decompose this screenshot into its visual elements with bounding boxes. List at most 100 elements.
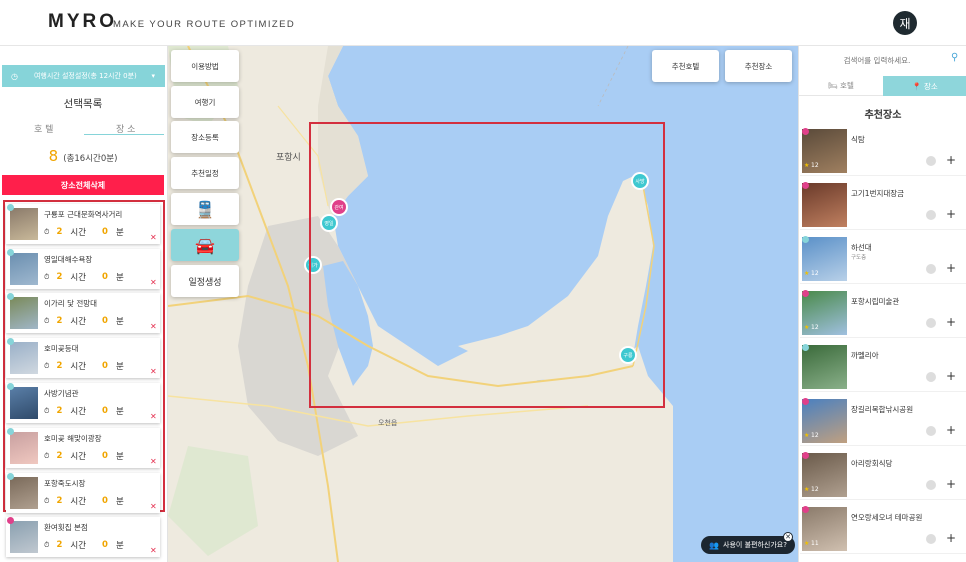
recommended-place-item[interactable]: 고기1번지대장금 + xyxy=(800,180,966,230)
hours-value[interactable]: 2 xyxy=(56,227,62,237)
tab-place[interactable]: 📍 장소 xyxy=(883,76,966,96)
logo[interactable]: MYRO xyxy=(48,11,117,33)
selected-place-item[interactable]: 포항죽도시장 ⏱ 2 시간 0 분 ✕ xyxy=(6,473,160,513)
recommended-place-item[interactable]: 연오랑세오녀 테마공원 ★ 11 + xyxy=(800,504,966,554)
hours-value[interactable]: 2 xyxy=(56,496,62,506)
remove-icon[interactable]: ✕ xyxy=(150,457,157,466)
hours-value[interactable]: 2 xyxy=(56,406,62,416)
add-icon[interactable]: + xyxy=(946,531,956,545)
remove-icon[interactable]: ✕ xyxy=(150,278,157,287)
total-duration: (총16시간0분) xyxy=(63,154,118,164)
remove-icon[interactable]: ✕ xyxy=(150,322,157,331)
remove-icon[interactable]: ✕ xyxy=(150,367,157,376)
close-icon[interactable]: ✕ xyxy=(783,532,793,542)
travel-time-setting[interactable]: ◷ 여행시간 설정설정(총 12시간 0분) ▾ xyxy=(2,65,165,87)
hours-value[interactable]: 2 xyxy=(56,451,62,461)
duration-row: ⏱ 2 시간 0 분 xyxy=(44,226,140,238)
star-icon: ★ xyxy=(804,432,810,439)
selection-tabs: 호 텔 장 소 xyxy=(6,122,164,136)
favorite-toggle[interactable] xyxy=(926,318,936,328)
minutes-value[interactable]: 0 xyxy=(102,361,108,371)
register-place-button[interactable]: 장소등록 xyxy=(171,121,239,153)
place-thumbnail xyxy=(10,387,38,419)
add-icon[interactable]: + xyxy=(946,477,956,491)
feedback-chat-button[interactable]: 👥 사용이 불편하신가요? xyxy=(701,536,795,554)
minutes-value[interactable]: 0 xyxy=(102,406,108,416)
recommend-tabs: 🛏 호텔 📍 장소 xyxy=(799,76,966,96)
favorite-toggle[interactable] xyxy=(926,534,936,544)
favorite-toggle[interactable] xyxy=(926,210,936,220)
selected-place-item[interactable]: 이가리 닻 전망대 ⏱ 2 시간 0 분 ✕ xyxy=(6,293,160,333)
place-name: 고기1번지대장금 xyxy=(851,189,905,198)
place-rating: 12 xyxy=(811,270,819,277)
selected-place-item[interactable]: 구룡포 근대문화역사거리 ⏱ 2 시간 0 분 ✕ xyxy=(6,204,160,244)
favorite-toggle[interactable] xyxy=(926,264,936,274)
place-thumbnail xyxy=(10,297,38,329)
minutes-value[interactable]: 0 xyxy=(102,496,108,506)
remove-icon[interactable]: ✕ xyxy=(150,412,157,421)
recommended-hotel-button[interactable]: 추천호텔 xyxy=(652,50,719,82)
category-badge xyxy=(7,473,14,480)
travelogue-button[interactable]: 여행기 xyxy=(171,86,239,118)
selected-place-item[interactable]: 호미곶 해맞이광장 ⏱ 2 시간 0 분 ✕ xyxy=(6,428,160,468)
tab-hotel[interactable]: 🛏 호텔 xyxy=(799,76,883,96)
recommended-place-item[interactable]: 하선대 구도층 ★ 12 + xyxy=(800,234,966,284)
recommended-place-item[interactable]: 까멜리아 + xyxy=(800,342,966,392)
favorite-toggle[interactable] xyxy=(926,426,936,436)
recommended-place-item[interactable]: 식탐 ★ 12 + xyxy=(800,126,966,176)
minutes-value[interactable]: 0 xyxy=(102,227,108,237)
hours-value[interactable]: 2 xyxy=(56,540,62,550)
tab-hotel[interactable]: 호 텔 xyxy=(34,122,53,135)
user-avatar[interactable]: 재 xyxy=(893,11,917,35)
minutes-value[interactable]: 0 xyxy=(102,272,108,282)
recommended-place-button[interactable]: 추천장소 xyxy=(725,50,792,82)
minutes-value[interactable]: 0 xyxy=(102,451,108,461)
duration-row: ⏱ 2 시간 0 분 xyxy=(44,360,140,372)
chevron-down-icon[interactable]: ▾ xyxy=(151,72,155,80)
train-button[interactable]: 🚆 xyxy=(171,193,239,225)
place-name: 구룡포 근대문화역사거리 xyxy=(44,210,123,219)
hours-value[interactable]: 2 xyxy=(56,316,62,326)
minutes-unit: 분 xyxy=(115,497,124,507)
favorite-toggle[interactable] xyxy=(926,156,936,166)
place-name: 포항시립미술관 xyxy=(851,297,900,306)
car-button[interactable]: 🚘 xyxy=(171,229,239,261)
recommended-place-item[interactable]: 포항시립미술관 ★ 12 + xyxy=(800,288,966,338)
delete-all-button[interactable]: 장소전체삭제 xyxy=(2,175,164,195)
minutes-value[interactable]: 0 xyxy=(102,540,108,550)
hours-value[interactable]: 2 xyxy=(56,361,62,371)
add-icon[interactable]: + xyxy=(946,369,956,383)
search-input[interactable] xyxy=(807,52,947,68)
remove-icon[interactable]: ✕ xyxy=(150,546,157,555)
how-to-use-button[interactable]: 이용방법 xyxy=(171,50,239,82)
remove-icon[interactable]: ✕ xyxy=(150,502,157,511)
duration-row: ⏱ 2 시간 0 분 xyxy=(44,450,140,462)
selected-place-item[interactable]: 영일대해수욕장 ⏱ 2 시간 0 분 ✕ xyxy=(6,249,160,289)
add-icon[interactable]: + xyxy=(946,315,956,329)
add-icon[interactable]: + xyxy=(946,423,956,437)
remove-icon[interactable]: ✕ xyxy=(150,233,157,242)
recommended-place-item[interactable]: 아리랑회식당 ★ 12 + xyxy=(800,450,966,500)
selected-place-item[interactable]: 호미곶등대 ⏱ 2 시간 0 분 ✕ xyxy=(6,338,160,378)
search-icon[interactable]: ⚲ xyxy=(951,52,958,63)
category-badge xyxy=(7,383,14,390)
place-rating: 11 xyxy=(811,540,819,547)
category-badge xyxy=(7,338,14,345)
category-badge xyxy=(802,398,809,405)
selected-place-item[interactable]: 환여횟집 본점 ⏱ 2 시간 0 분 ✕ xyxy=(6,517,160,557)
stopwatch-icon: ⏱ xyxy=(44,451,50,460)
add-icon[interactable]: + xyxy=(946,261,956,275)
map-view[interactable]: 포항시 오천읍 관여 영일 이가 구룡 사방 이용방법 여행기 장소등록 추천일… xyxy=(168,46,798,562)
recommended-place-item[interactable]: 장길리복합낚시공원 ★ 12 + xyxy=(800,396,966,446)
favorite-toggle[interactable] xyxy=(926,480,936,490)
minutes-value[interactable]: 0 xyxy=(102,316,108,326)
add-icon[interactable]: + xyxy=(946,153,956,167)
create-schedule-button[interactable]: 일정생성 xyxy=(171,265,239,297)
recommended-schedule-button[interactable]: 추천일정 xyxy=(171,157,239,189)
hours-unit: 시간 xyxy=(70,541,87,551)
hours-value[interactable]: 2 xyxy=(56,272,62,282)
add-icon[interactable]: + xyxy=(946,207,956,221)
duration-row: ⏱ 2 시간 0 분 xyxy=(44,405,140,417)
selected-place-item[interactable]: 사방기념관 ⏱ 2 시간 0 분 ✕ xyxy=(6,383,160,423)
favorite-toggle[interactable] xyxy=(926,372,936,382)
